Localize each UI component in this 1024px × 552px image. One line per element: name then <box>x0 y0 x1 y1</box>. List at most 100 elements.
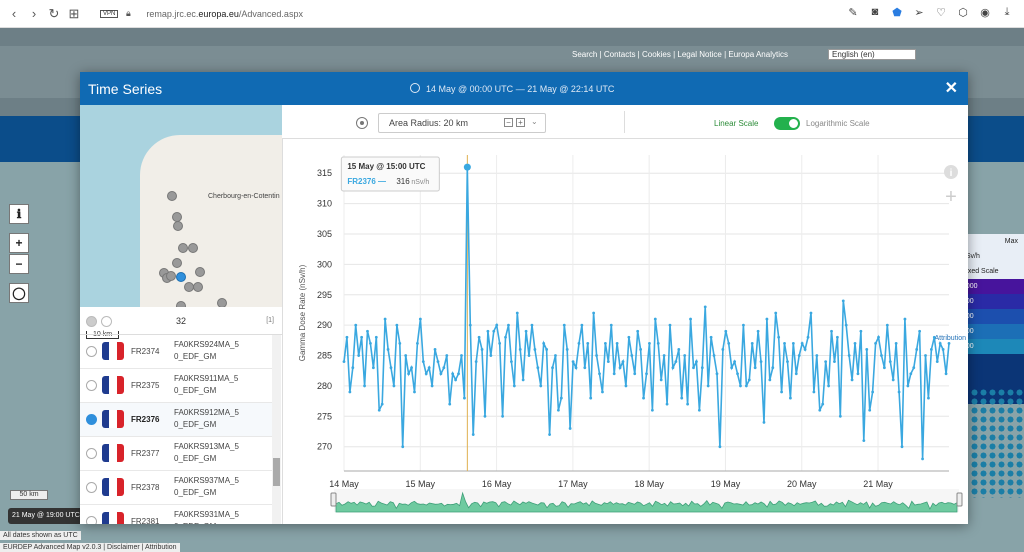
filled-radio-icon[interactable] <box>86 316 97 327</box>
address-bar[interactable]: remap.jrc.ec.europa.eu/Advanced.aspx <box>146 9 303 19</box>
data-point <box>871 390 875 394</box>
scrollbar-thumb[interactable] <box>273 458 280 486</box>
station-marker[interactable] <box>172 258 182 268</box>
chart-svg[interactable]: 270 275 280 285 290 295 300 305 310 315 14 May 15 M… <box>283 139 969 524</box>
data-point <box>480 348 484 351</box>
station-row[interactable]: FR2377 FA0KRS913MA_5 0_EDF_GM <box>80 437 272 471</box>
data-point <box>524 329 528 333</box>
linear-scale-label[interactable]: Linear Scale <box>714 119 758 128</box>
radio-button-checked[interactable] <box>86 414 97 425</box>
close-icon[interactable]: ✕ <box>945 78 958 98</box>
zoom-in-button[interactable]: + <box>9 233 29 253</box>
selected-station-marker[interactable] <box>176 272 186 282</box>
data-point <box>824 360 828 364</box>
y-tick-label: 270 <box>317 442 332 452</box>
data-point <box>427 366 431 370</box>
site-footer[interactable]: EURDEP Advanced Map v2.0.3 | Disclaimer … <box>0 543 180 552</box>
data-point <box>856 372 860 376</box>
data-point <box>783 341 786 345</box>
data-point <box>371 366 375 370</box>
data-point <box>548 433 551 436</box>
station-marker[interactable] <box>217 298 227 307</box>
shield-icon[interactable]: ⬟ <box>890 4 904 20</box>
data-point <box>386 348 390 351</box>
target-icon[interactable] <box>356 117 368 129</box>
data-point <box>345 335 349 339</box>
edit-icon[interactable]: ✎ <box>846 4 860 20</box>
map-date[interactable]: 21 May @ 19:00 UTC <box>8 508 86 524</box>
data-point <box>518 348 522 351</box>
data-point <box>877 335 880 339</box>
station-row[interactable]: FR2381 FA0KRS931MA_5 0_EDF_GM <box>80 505 272 524</box>
radio-button[interactable] <box>86 380 97 391</box>
forward-icon[interactable]: › <box>24 4 44 24</box>
station-row[interactable]: FR2375 FA0KRS911MA_5 0_EDF_GM <box>80 369 272 403</box>
station-marker[interactable] <box>172 212 182 222</box>
avatar[interactable]: ◉ <box>978 4 992 20</box>
data-point <box>598 372 601 376</box>
download-icon[interactable]: ⤓ <box>1000 4 1014 20</box>
area-radius-select[interactable]: Area Radius: 20 km − + ⌄ <box>378 113 546 133</box>
station-marker[interactable] <box>178 243 188 253</box>
station-id: FR2374 <box>131 347 160 356</box>
data-point <box>433 348 437 351</box>
data-point <box>733 360 737 364</box>
site-links[interactable]: Search | Contacts | Cookies | Legal Noti… <box>572 50 788 59</box>
y-tick-label: 285 <box>317 351 332 361</box>
station-marker[interactable] <box>167 191 177 201</box>
heart-icon[interactable]: ♡ <box>934 4 948 20</box>
station-row[interactable]: FR2374 FA0KRS924MA_5 0_EDF_GM <box>80 335 272 369</box>
data-point <box>642 396 645 400</box>
station-marker[interactable] <box>195 267 205 277</box>
scale-toggle[interactable] <box>774 117 800 130</box>
station-row-selected[interactable]: FR2376 FA0KRS912MA_5 0_EDF_GM <box>80 403 272 437</box>
mini-map[interactable]: Cherbourg-en-Cotentin <box>80 105 282 307</box>
reload-icon[interactable]: ↻ <box>44 4 64 24</box>
data-point <box>727 341 731 345</box>
minus-icon[interactable]: − <box>504 118 513 127</box>
toolbar-divider <box>624 111 625 133</box>
data-point <box>468 323 472 327</box>
station-markers[interactable] <box>970 388 1024 498</box>
station-marker[interactable] <box>193 282 203 292</box>
language-select[interactable]: English (en) <box>828 49 916 60</box>
station-name: FA0KRS937MA_5 0_EDF_GM <box>174 476 239 497</box>
send-icon[interactable]: ➢ <box>912 4 926 20</box>
data-point <box>730 366 734 370</box>
station-index: [1] <box>266 317 274 324</box>
data-point <box>686 402 690 406</box>
station-marker[interactable] <box>173 221 183 231</box>
tooltip-value: 316 <box>396 177 410 186</box>
camera-icon[interactable]: ◙ <box>868 4 882 20</box>
radio-button[interactable] <box>86 516 97 524</box>
vpn-badge[interactable]: VPN <box>100 9 119 18</box>
chevron-down-icon[interactable]: ⌄ <box>531 117 538 126</box>
reset-view-button[interactable]: ◯ <box>9 283 29 303</box>
date-range[interactable]: 14 May @ 00:00 UTC — 21 May @ 22:14 UTC <box>410 83 614 94</box>
time-series-chart[interactable]: 270 275 280 285 290 295 300 305 310 315 14 May 15 M… <box>282 139 968 524</box>
x-tick-label: 17 May <box>558 479 588 489</box>
radio-button[interactable] <box>86 482 97 493</box>
cube-icon[interactable]: ⬡ <box>956 4 970 20</box>
data-point <box>392 384 396 388</box>
station-marker[interactable] <box>166 271 176 281</box>
data-point <box>859 329 863 333</box>
data-point <box>882 366 886 370</box>
data-point <box>354 323 358 327</box>
radio-button[interactable] <box>86 346 97 357</box>
grid-icon[interactable]: ⊞ <box>64 4 84 24</box>
log-scale-label[interactable]: Logarithmic Scale <box>806 119 870 128</box>
station-marker[interactable] <box>188 243 198 253</box>
station-row[interactable]: FR2378 FA0KRS937MA_5 0_EDF_GM <box>80 471 272 505</box>
data-point <box>612 372 616 376</box>
zoom-out-button[interactable]: − <box>9 254 29 274</box>
list-scrollbar[interactable] <box>272 335 281 524</box>
data-point <box>709 335 713 339</box>
plus-icon[interactable]: + <box>516 118 525 127</box>
radio-button[interactable] <box>86 448 97 459</box>
info-tool-button[interactable]: ℹ <box>9 204 29 224</box>
data-point <box>833 360 836 364</box>
data-point <box>633 372 637 376</box>
empty-radio-icon[interactable] <box>101 316 112 327</box>
back-icon[interactable]: ‹ <box>4 4 24 24</box>
